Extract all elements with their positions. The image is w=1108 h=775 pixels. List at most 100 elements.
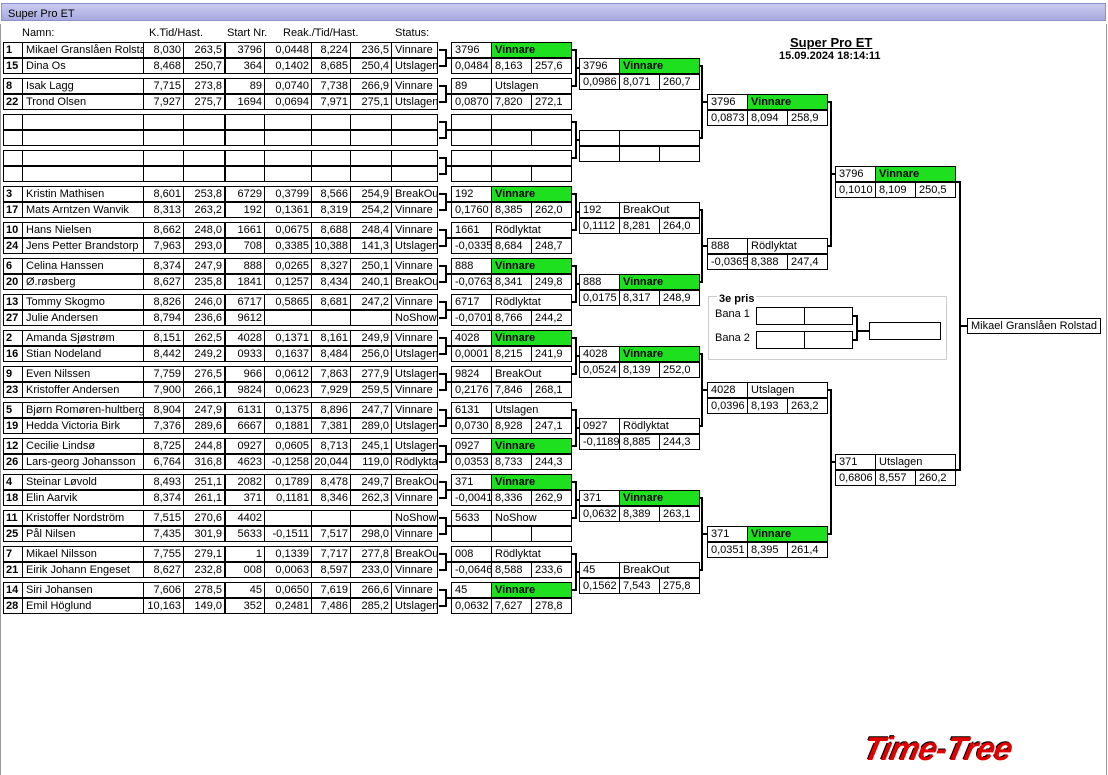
driver-name[interactable]: Hans Nielsen xyxy=(22,222,144,238)
driver-name[interactable]: Julie Andersen xyxy=(22,310,144,326)
speed-cell: 252,0 xyxy=(659,362,700,378)
window-titlebar[interactable]: Super Pro ET xyxy=(0,0,1108,24)
status-cell: Vinnare xyxy=(491,258,572,274)
col-header-startnr: Start Nr. xyxy=(227,27,268,39)
time-cell: 0,0675 xyxy=(264,222,312,238)
driver-name[interactable]: Amanda Sjøstrøm xyxy=(22,330,144,346)
time-cell: 0,1181 xyxy=(264,490,312,506)
driver-name[interactable]: Siri Johansen xyxy=(22,582,144,598)
time-cell: 275,7 xyxy=(183,94,225,110)
start-nr-cell: 888 xyxy=(451,258,492,274)
time-cell: 8,557 xyxy=(875,470,916,486)
time-cell: 8,681 xyxy=(311,294,351,310)
status-cell: Vinnare xyxy=(391,258,438,274)
reaction-cell xyxy=(451,526,492,542)
time-cell: 8,597 xyxy=(311,562,351,578)
driver-name[interactable]: Mats Arntzen Wanvik xyxy=(22,202,144,218)
time-cell: 7,927 xyxy=(143,94,184,110)
time-cell: 8,341 xyxy=(491,274,532,290)
third-lane2-status[interactable] xyxy=(804,331,853,349)
driver-name[interactable]: Pål Nilsen xyxy=(22,526,144,542)
seed-cell: 4 xyxy=(3,474,24,490)
time-cell: 0,1257 xyxy=(264,274,312,290)
status-cell: Rödlyktat xyxy=(491,294,572,310)
time-cell: 7,486 xyxy=(311,598,351,614)
seed-cell: 7 xyxy=(3,546,24,562)
start-nr-cell: 89 xyxy=(451,78,492,94)
third-lane2-nr[interactable] xyxy=(756,331,805,349)
driver-name[interactable] xyxy=(22,130,144,146)
driver-name[interactable]: Celina Hanssen xyxy=(22,258,144,274)
third-winner[interactable] xyxy=(869,322,941,340)
time-cell: 0,0605 xyxy=(264,438,312,454)
driver-name[interactable]: Steinar Løvold xyxy=(22,474,144,490)
driver-name[interactable]: Kristoffer Andersen xyxy=(22,382,144,398)
driver-name[interactable]: Eirik Johann Engeset xyxy=(22,562,144,578)
driver-name[interactable]: Dina Os xyxy=(22,58,144,74)
time-cell: 8,374 xyxy=(143,258,184,274)
driver-name[interactable]: Isak Lagg xyxy=(22,78,144,94)
driver-name[interactable]: Tommy Skogmo xyxy=(22,294,144,310)
time-cell: 261,1 xyxy=(183,490,225,506)
time-cell: 248,0 xyxy=(183,222,225,238)
driver-name[interactable]: Stian Nodeland xyxy=(22,346,144,362)
time-cell: 8,346 xyxy=(311,490,351,506)
time-cell: 233,0 xyxy=(350,562,392,578)
time-cell xyxy=(264,114,312,130)
driver-name[interactable]: Ø.røsberg xyxy=(22,274,144,290)
speed-cell: 248,7 xyxy=(531,238,572,254)
driver-name[interactable]: Hedda Victoria Birk xyxy=(22,418,144,434)
time-cell: 250,7 xyxy=(183,58,225,74)
driver-name[interactable] xyxy=(22,166,144,182)
time-cell xyxy=(225,130,265,146)
time-cell: 8,794 xyxy=(143,310,184,326)
start-nr-cell: 6717 xyxy=(451,294,492,310)
third-line xyxy=(856,330,869,332)
reaction-cell: 0,0175 xyxy=(579,290,620,306)
speed-cell: 241,9 xyxy=(531,346,572,362)
driver-name[interactable]: Kristoffer Nordström xyxy=(22,510,144,526)
reaction-cell: 0,0870 xyxy=(451,94,492,110)
time-cell xyxy=(264,166,312,182)
time-cell: 149,0 xyxy=(183,598,225,614)
time-cell: 7,517 xyxy=(311,526,351,542)
driver-name[interactable]: Trond Olsen xyxy=(22,94,144,110)
col-header-status: Status: xyxy=(395,27,430,39)
speed-cell: 260,2 xyxy=(915,470,956,486)
time-cell: 8,094 xyxy=(747,110,788,126)
status-cell: Vinnare xyxy=(491,438,572,454)
driver-name[interactable]: Elin Aarvik xyxy=(22,490,144,506)
time-cell xyxy=(183,130,225,146)
seed-cell: 16 xyxy=(3,346,24,362)
time-cell: 7,900 xyxy=(143,382,184,398)
driver-name[interactable] xyxy=(22,114,144,130)
status-cell: BreakOut xyxy=(491,366,572,382)
time-cell xyxy=(143,150,184,166)
seed-cell: 14 xyxy=(3,582,24,598)
driver-name[interactable]: Emil Höglund xyxy=(22,598,144,614)
time-cell: 8,161 xyxy=(311,330,351,346)
third-lane1-nr[interactable] xyxy=(756,307,805,325)
time-cell: 8,336 xyxy=(491,490,532,506)
driver-name[interactable]: Mikael Nilsson xyxy=(22,546,144,562)
time-cell: 7,606 xyxy=(143,582,184,598)
driver-name[interactable]: Even Nilssen xyxy=(22,366,144,382)
reaction-cell: -0,0365 xyxy=(707,254,748,270)
driver-name[interactable]: Kristin Mathisen xyxy=(22,186,144,202)
seed-cell: 1 xyxy=(3,42,24,58)
reaction-cell: -0,1189 xyxy=(579,434,620,450)
start-nr-cell: 9824 xyxy=(451,366,492,382)
time-cell xyxy=(350,130,392,146)
driver-name[interactable]: Lars-georg Johansson xyxy=(22,454,144,470)
driver-name[interactable]: Cecilie Lindsø xyxy=(22,438,144,454)
time-cell: 0,0623 xyxy=(264,382,312,398)
driver-name[interactable]: Bjørn Romøren-hultberg xyxy=(22,402,144,418)
third-lane1-status[interactable] xyxy=(804,307,853,325)
driver-name[interactable] xyxy=(22,150,144,166)
driver-name[interactable]: Jens Petter Brandstorp xyxy=(22,238,144,254)
driver-name[interactable]: Mikael Granslåen Rolstad xyxy=(22,42,144,58)
time-cell xyxy=(264,510,312,526)
time-cell: 244,8 xyxy=(183,438,225,454)
time-cell: 266,9 xyxy=(350,78,392,94)
reaction-cell: -0,0763 xyxy=(451,274,492,290)
